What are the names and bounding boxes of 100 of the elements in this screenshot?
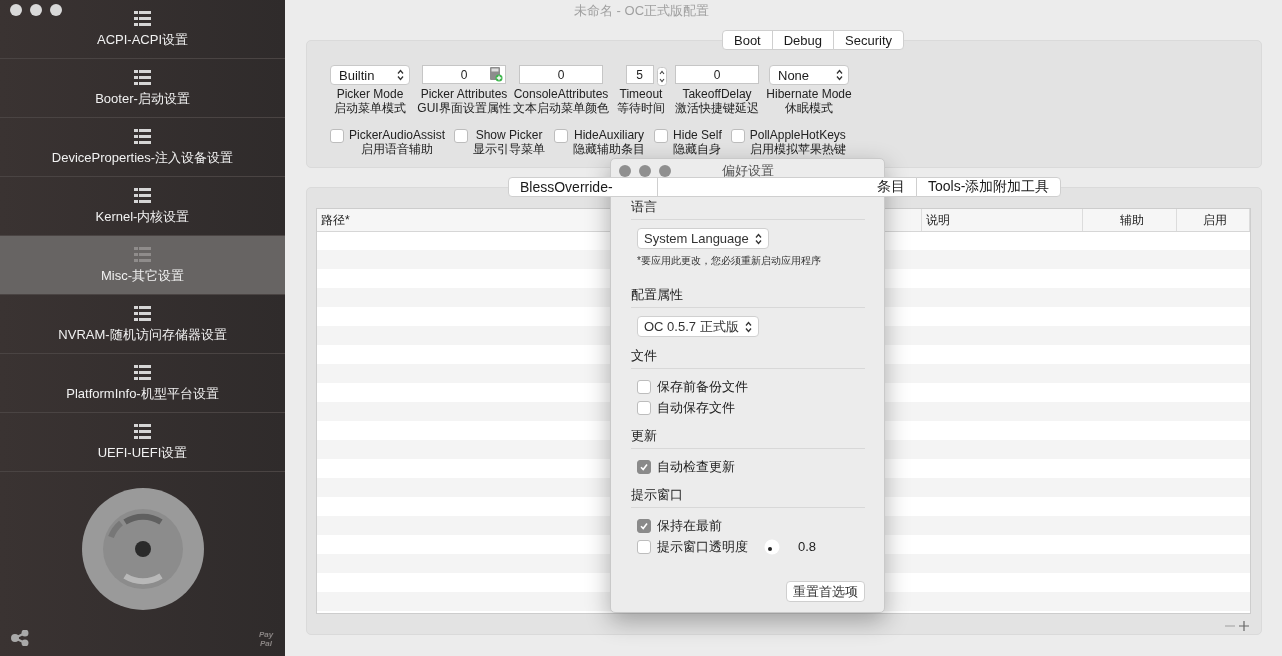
- tab[interactable]: 条目: [657, 177, 917, 197]
- plus-icon[interactable]: [1239, 621, 1249, 631]
- close-window-icon[interactable]: [10, 4, 22, 16]
- sidebar-label: PlatformInfo-机型平台设置: [66, 385, 219, 403]
- field-label: 激活快捷键延迟: [675, 101, 759, 115]
- column-header[interactable]: 说明: [922, 209, 1083, 231]
- field-label: TakeoffDelay: [682, 87, 752, 101]
- list-icon: [134, 365, 151, 380]
- checkbox[interactable]: [454, 129, 469, 143]
- input-field[interactable]: 0: [422, 65, 506, 84]
- minimize-window-icon[interactable]: [30, 4, 42, 16]
- input-field[interactable]: 0: [675, 65, 759, 84]
- updown-chevron-icon: [754, 232, 762, 245]
- sidebar-item[interactable]: Misc-其它设置: [0, 236, 285, 295]
- checkbox-label: 自动检查更新: [657, 457, 735, 476]
- checkbox-label: 提示窗口透明度: [657, 537, 748, 556]
- knob-icon[interactable]: [764, 538, 780, 555]
- list-icon: [134, 11, 151, 26]
- sidebar-item[interactable]: DeviceProperties-注入设备设置: [0, 118, 285, 177]
- dialog-title: 偏好设置: [721, 161, 774, 180]
- column-header[interactable]: 辅助: [1083, 209, 1177, 231]
- field-label: 等待时间: [617, 101, 665, 115]
- tab[interactable]: Security: [833, 30, 904, 50]
- field-label: Timeout: [619, 87, 663, 101]
- section-heading: 更新: [631, 427, 865, 449]
- sidebar-label: Kernel-内核设置: [95, 208, 190, 226]
- section-heading: 语言: [631, 198, 865, 220]
- sidebar-label: DeviceProperties-注入设备设置: [51, 149, 234, 167]
- tab[interactable]: Tools-添加附加工具: [916, 177, 1062, 197]
- sidebar-item[interactable]: Booter-启动设置: [0, 59, 285, 118]
- checkbox[interactable]: [637, 459, 651, 474]
- field-label: 启动菜单模式: [334, 101, 406, 115]
- field-label: Picker Attributes: [420, 87, 508, 101]
- popup-button[interactable]: System Language: [637, 228, 769, 249]
- sidebar-item[interactable]: PlatformInfo-机型平台设置: [0, 354, 285, 413]
- checkbox[interactable]: [637, 539, 651, 554]
- list-icon: [134, 70, 151, 85]
- sidebar-item[interactable]: ACPI-ACPI设置: [0, 0, 285, 59]
- sidebar-label: Booter-启动设置: [95, 90, 190, 108]
- checkbox[interactable]: [554, 129, 569, 143]
- checkbox-label: 显示引导菜单: [473, 142, 546, 156]
- list-icon: [134, 188, 151, 203]
- list-icon: [134, 129, 151, 144]
- popup-button[interactable]: None: [769, 65, 849, 85]
- checkbox-label: 启用语音辅助: [361, 142, 433, 156]
- checkbox-label: 自动保存文件: [657, 398, 735, 417]
- zoom-window-icon[interactable]: [50, 4, 62, 16]
- input-field[interactable]: 5: [625, 65, 654, 84]
- list-icon: [134, 424, 151, 439]
- field-label: 文本启动菜单颜色: [513, 101, 609, 115]
- checkbox-label: 保持在最前: [657, 516, 722, 535]
- gear-disc-icon: [81, 487, 205, 611]
- popup-button[interactable]: Builtin: [330, 65, 410, 85]
- checkbox[interactable]: [330, 129, 344, 143]
- section-heading: 提示窗口: [631, 486, 865, 508]
- sidebar-item[interactable]: NVRAM-随机访问存储器设置: [0, 295, 285, 354]
- list-icon: [134, 247, 151, 262]
- checkbox-label: PickerAudioAssist: [349, 128, 446, 142]
- field-label: ConsoleAttributes: [513, 87, 609, 101]
- note-text: *要应用此更改，您必须重新启动应用程序: [637, 254, 822, 268]
- tab[interactable]: Boot: [722, 30, 773, 50]
- share-icon[interactable]: [11, 630, 29, 646]
- tab[interactable]: BlessOverride-: [508, 177, 658, 197]
- checkbox[interactable]: [637, 379, 651, 394]
- stepper-icon[interactable]: [656, 66, 667, 86]
- checkbox-label: Hide Self: [673, 128, 722, 142]
- reset-button[interactable]: 重置首选项: [786, 581, 865, 602]
- sidebar-item[interactable]: UEFI-UEFI设置: [0, 413, 285, 472]
- updown-chevron-icon: [397, 69, 404, 81]
- window-title: 未命名 - OC正式版配置: [573, 3, 710, 18]
- checkbox[interactable]: [654, 129, 669, 143]
- field-label: Hibernate Mode: [766, 87, 852, 101]
- checkbox-label: 启用模拟苹果热键: [749, 142, 846, 156]
- section-heading: 文件: [631, 347, 865, 369]
- knob-reading: 0.8: [798, 539, 817, 554]
- checkbox-label: Show Picker: [475, 128, 543, 142]
- input-field[interactable]: 0: [519, 65, 603, 84]
- section-heading: 配置属性: [631, 286, 865, 308]
- checkbox[interactable]: [730, 129, 745, 143]
- checkmark-icon: [639, 520, 649, 531]
- checkbox-label: HideAuxiliary: [574, 128, 645, 142]
- updown-chevron-icon: [744, 320, 752, 333]
- sidebar-label: NVRAM-随机访问存储器设置: [58, 326, 227, 344]
- sidebar-label: ACPI-ACPI设置: [97, 31, 188, 49]
- paypal-logo[interactable]: Pay Pal: [257, 630, 275, 648]
- column-header[interactable]: 启用: [1177, 209, 1250, 231]
- checkbox[interactable]: [637, 518, 651, 533]
- popup-button[interactable]: OC 0.5.7 正式版: [637, 316, 759, 337]
- sidebar-label: UEFI-UEFI设置: [97, 444, 188, 462]
- checkbox[interactable]: [637, 400, 651, 415]
- updown-chevron-icon: [836, 69, 843, 81]
- checkbox-label: 隐藏自身: [673, 142, 722, 156]
- list-icon: [134, 306, 151, 321]
- checkbox-label: 保存前备份文件: [657, 377, 748, 396]
- checkmark-icon: [639, 461, 649, 472]
- field-label: 休眠模式: [785, 101, 833, 115]
- tab[interactable]: Debug: [771, 30, 835, 50]
- sidebar-label: Misc-其它设置: [100, 267, 184, 285]
- calculator-icon[interactable]: [489, 67, 503, 82]
- checkbox-label: 隐藏辅助条目: [573, 142, 646, 156]
